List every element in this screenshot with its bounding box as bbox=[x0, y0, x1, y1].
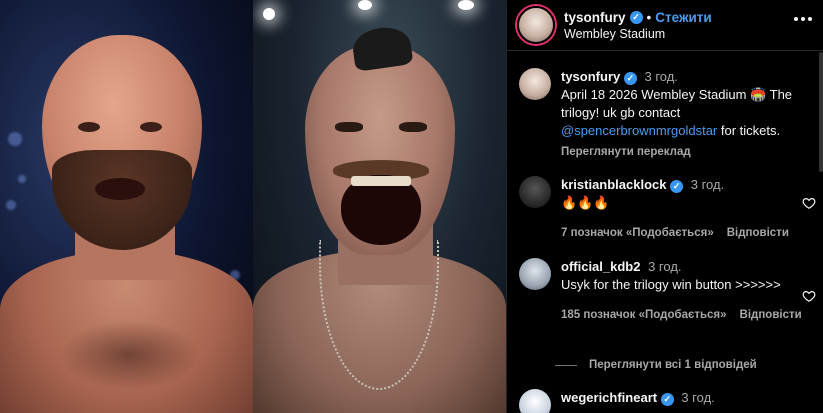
post-side-panel: tysonfury ✓ • Стежити Wembley Stadium ty… bbox=[506, 0, 823, 413]
comment-time[interactable]: 3 год. bbox=[648, 259, 681, 274]
verified-badge-icon: ✓ bbox=[623, 72, 637, 85]
replies-divider bbox=[555, 364, 577, 366]
fighter-eye bbox=[399, 122, 427, 132]
comment-avatar[interactable] bbox=[519, 176, 551, 208]
author-info: tysonfury ✓ • Стежити Wembley Stadium bbox=[564, 10, 712, 41]
caption-text: April 18 2026 Wembley Stadium 🏟️ The tri… bbox=[561, 86, 806, 140]
caption-username[interactable]: tysonfury bbox=[561, 69, 620, 84]
fighter-teeth bbox=[351, 176, 411, 186]
comment-likes-count[interactable]: 185 позначок «Подобається» bbox=[561, 306, 727, 324]
comment-item: kristianblacklock ✓ 3 год. 🔥🔥🔥 7 позначо… bbox=[519, 176, 819, 242]
comment-username[interactable]: official_kdb2 bbox=[561, 259, 640, 274]
post-caption: tysonfury ✓ 3 год. April 18 2026 Wembley… bbox=[519, 68, 819, 161]
comment-avatar[interactable] bbox=[519, 389, 551, 413]
arena-light bbox=[358, 0, 372, 10]
comment-text: 🔥🔥🔥 bbox=[561, 195, 610, 210]
caption-body: tysonfury ✓ 3 год. April 18 2026 Wembley… bbox=[561, 68, 806, 161]
comment-item: wegerichfineart ✓ 3 год. bbox=[519, 389, 819, 413]
photo-fighter-right bbox=[253, 0, 506, 413]
comment-avatar[interactable] bbox=[519, 258, 551, 290]
separator-dot: • bbox=[646, 9, 652, 25]
comment-time[interactable]: 3 год. bbox=[681, 390, 714, 405]
fighter-eye bbox=[140, 122, 162, 132]
caption-time[interactable]: 3 год. bbox=[644, 69, 677, 84]
bokeh-light bbox=[18, 175, 26, 183]
caption-mention-link[interactable]: @spencerbrownmrgoldstar bbox=[561, 123, 717, 138]
caption-text-main: April 18 2026 Wembley Stadium 🏟️ The tri… bbox=[561, 87, 793, 120]
fighter-eye bbox=[335, 122, 363, 132]
comment-reply-button[interactable]: Відповісти bbox=[740, 306, 802, 324]
verified-badge-icon: ✓ bbox=[670, 180, 684, 193]
author-username[interactable]: tysonfury bbox=[564, 10, 626, 25]
post-media-carousel[interactable] bbox=[0, 0, 506, 413]
comment-body: official_kdb2 3 год. Usyk for the trilog… bbox=[561, 258, 806, 324]
view-replies-label: Переглянути всі 1 відповідей bbox=[589, 359, 757, 371]
comment-body: kristianblacklock ✓ 3 год. 🔥🔥🔥 7 позначо… bbox=[561, 176, 806, 242]
fighter-hair bbox=[350, 24, 414, 72]
comment-text: Usyk for the trilogy win button >>>>>> bbox=[561, 277, 781, 292]
caption-text-end: for tickets. bbox=[717, 123, 781, 138]
view-replies-button[interactable]: Переглянути всі 1 відповідей bbox=[555, 359, 757, 371]
author-avatar[interactable] bbox=[517, 6, 555, 44]
bokeh-light bbox=[6, 200, 16, 210]
fighter-mouth bbox=[95, 178, 145, 200]
verified-badge-icon: ✓ bbox=[629, 10, 643, 24]
fighter-eye bbox=[78, 122, 100, 132]
author-row: tysonfury ✓ • Стежити bbox=[564, 10, 712, 25]
follow-button[interactable]: Стежити bbox=[655, 10, 711, 25]
arena-light bbox=[263, 8, 275, 20]
caption-avatar[interactable] bbox=[519, 68, 551, 100]
comment-username[interactable]: kristianblacklock bbox=[561, 177, 667, 192]
comments-scrollbar[interactable] bbox=[819, 52, 823, 172]
instagram-post-view: tysonfury ✓ • Стежити Wembley Stadium ty… bbox=[0, 0, 823, 413]
bokeh-light bbox=[8, 132, 22, 146]
photo-fighter-left bbox=[0, 0, 253, 413]
heart-icon[interactable] bbox=[802, 196, 816, 210]
comment-body: wegerichfineart ✓ 3 год. bbox=[561, 389, 806, 413]
more-options-icon[interactable] bbox=[794, 17, 812, 21]
chest-hair bbox=[60, 320, 200, 390]
comment-likes-count[interactable]: 7 позначок «Подобається» bbox=[561, 224, 714, 242]
post-header: tysonfury ✓ • Стежити Wembley Stadium bbox=[507, 0, 823, 51]
heart-icon[interactable] bbox=[802, 289, 816, 303]
arena-light bbox=[458, 0, 474, 10]
comment-item: official_kdb2 3 год. Usyk for the trilog… bbox=[519, 258, 819, 324]
post-location[interactable]: Wembley Stadium bbox=[564, 27, 712, 41]
comment-time[interactable]: 3 год. bbox=[691, 177, 724, 192]
comment-meta: 185 позначок «Подобається» Відповісти bbox=[561, 306, 806, 324]
see-translation-button[interactable]: Переглянути переклад bbox=[561, 143, 806, 161]
comment-reply-button[interactable]: Відповісти bbox=[727, 224, 789, 242]
comments-scroll-area[interactable]: tysonfury ✓ 3 год. April 18 2026 Wembley… bbox=[507, 52, 823, 413]
comment-meta: 7 позначок «Подобається» Відповісти bbox=[561, 224, 806, 242]
verified-badge-icon: ✓ bbox=[660, 393, 674, 406]
comment-username[interactable]: wegerichfineart bbox=[561, 390, 657, 405]
